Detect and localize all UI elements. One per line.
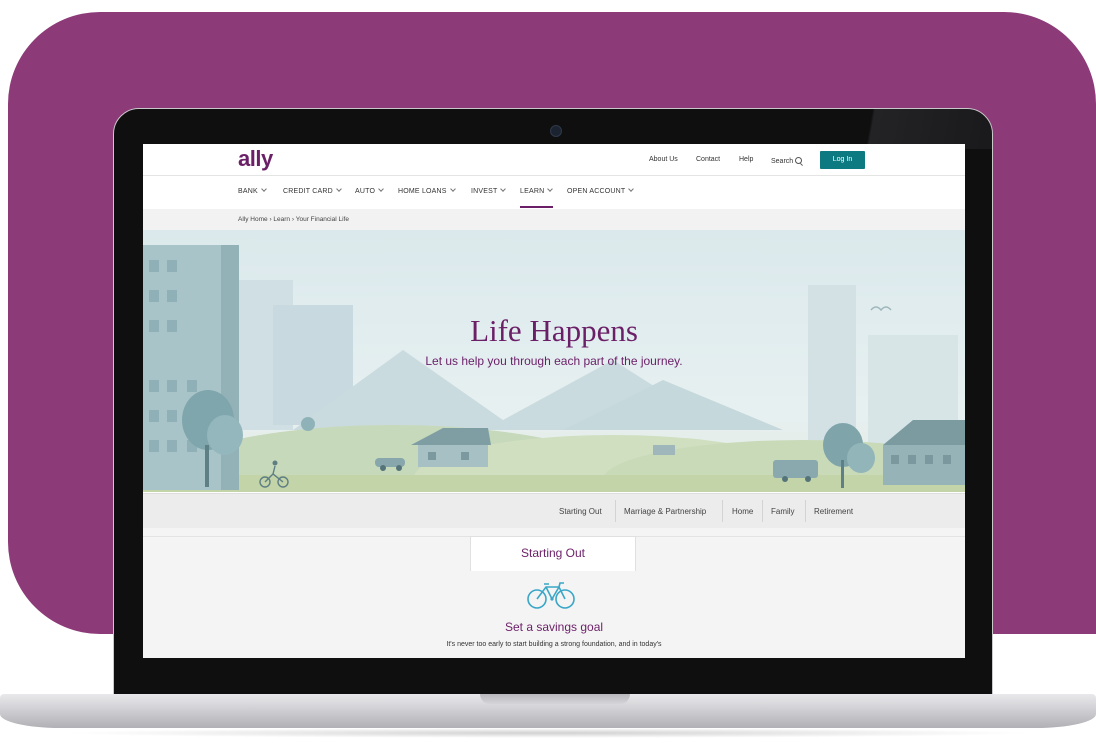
lid-glare [774,109,992,149]
nav-learn[interactable]: LEARN [520,186,554,195]
nav-bank[interactable]: BANK [238,186,267,195]
help-link[interactable]: Help [739,156,753,163]
breadcrumb-home[interactable]: Ally Home [238,216,268,223]
log-in-button[interactable]: Log In [820,151,865,169]
main-nav: BANK CREDIT CARD AUTO HOME LOANS INVEST … [143,176,965,208]
nav-credit-card-label: CREDIT CARD [283,188,333,195]
top-bar: ally About Us Contact Help Search Log In [143,144,965,176]
nav-auto-label: AUTO [355,188,376,195]
search-icon [795,157,803,164]
chevron-down-icon [500,186,507,192]
tab-divider [762,500,763,522]
tab-home[interactable]: Home [732,507,753,516]
browser-screen: ally About Us Contact Help Search Log In… [143,144,965,658]
tab-divider [615,500,616,522]
bicycle-icon [526,580,576,610]
nav-home-loans-label: HOME LOANS [398,188,447,195]
chevron-down-icon [547,186,554,192]
stage-content: Starting Out Set a savings goal It's nev… [143,528,965,658]
chevron-down-icon [378,186,384,192]
nav-open-account[interactable]: OPEN ACCOUNT [567,186,635,195]
nav-auto[interactable]: AUTO [355,186,384,195]
laptop-shadow [60,728,1036,738]
breadcrumb: Ally Home › Learn › Your Financial Life [238,216,349,223]
hero-banner: Life Happens Let us help you through eac… [143,230,965,492]
chevron-down-icon [628,186,635,192]
breadcrumb-bar: Ally Home › Learn › Your Financial Life [143,209,965,230]
active-stage-label: Starting Out [470,536,636,571]
search-link[interactable]: Search [771,156,803,165]
search-label: Search [771,158,794,165]
active-nav-underline [520,206,553,208]
laptop-notch [480,694,630,704]
about-us-link[interactable]: About Us [649,156,678,163]
tab-marriage-partnership[interactable]: Marriage & Partnership [624,507,706,516]
ally-logo[interactable]: ally [238,146,273,172]
nav-invest-label: INVEST [471,188,498,195]
breadcrumb-learn[interactable]: Learn [273,216,290,223]
life-stage-tabs: Starting Out Marriage & Partnership Home… [143,493,965,529]
hero-title: Life Happens [470,313,638,348]
contact-link[interactable]: Contact [696,156,720,163]
chevron-down-icon [449,186,456,192]
nav-invest[interactable]: INVEST [471,186,507,195]
nav-learn-label: LEARN [520,188,545,195]
chevron-down-icon [336,186,342,192]
savings-goal-text: It's never too early to start building a… [446,641,662,648]
tab-divider [722,500,723,522]
tab-divider [805,500,806,522]
nav-open-account-label: OPEN ACCOUNT [567,188,626,195]
breadcrumb-current: Your Financial Life [295,216,349,223]
nav-home-loans[interactable]: HOME LOANS [398,186,456,195]
nav-bank-label: BANK [238,188,258,195]
webcam-icon [550,125,562,137]
hero-subtitle: Let us help you through each part of the… [425,354,683,368]
savings-goal-heading: Set a savings goal [504,620,604,634]
nav-credit-card[interactable]: CREDIT CARD [283,186,342,195]
chevron-down-icon [261,186,267,192]
tab-retirement[interactable]: Retirement [814,507,853,516]
tab-starting-out[interactable]: Starting Out [559,507,602,516]
tab-family[interactable]: Family [771,507,795,516]
